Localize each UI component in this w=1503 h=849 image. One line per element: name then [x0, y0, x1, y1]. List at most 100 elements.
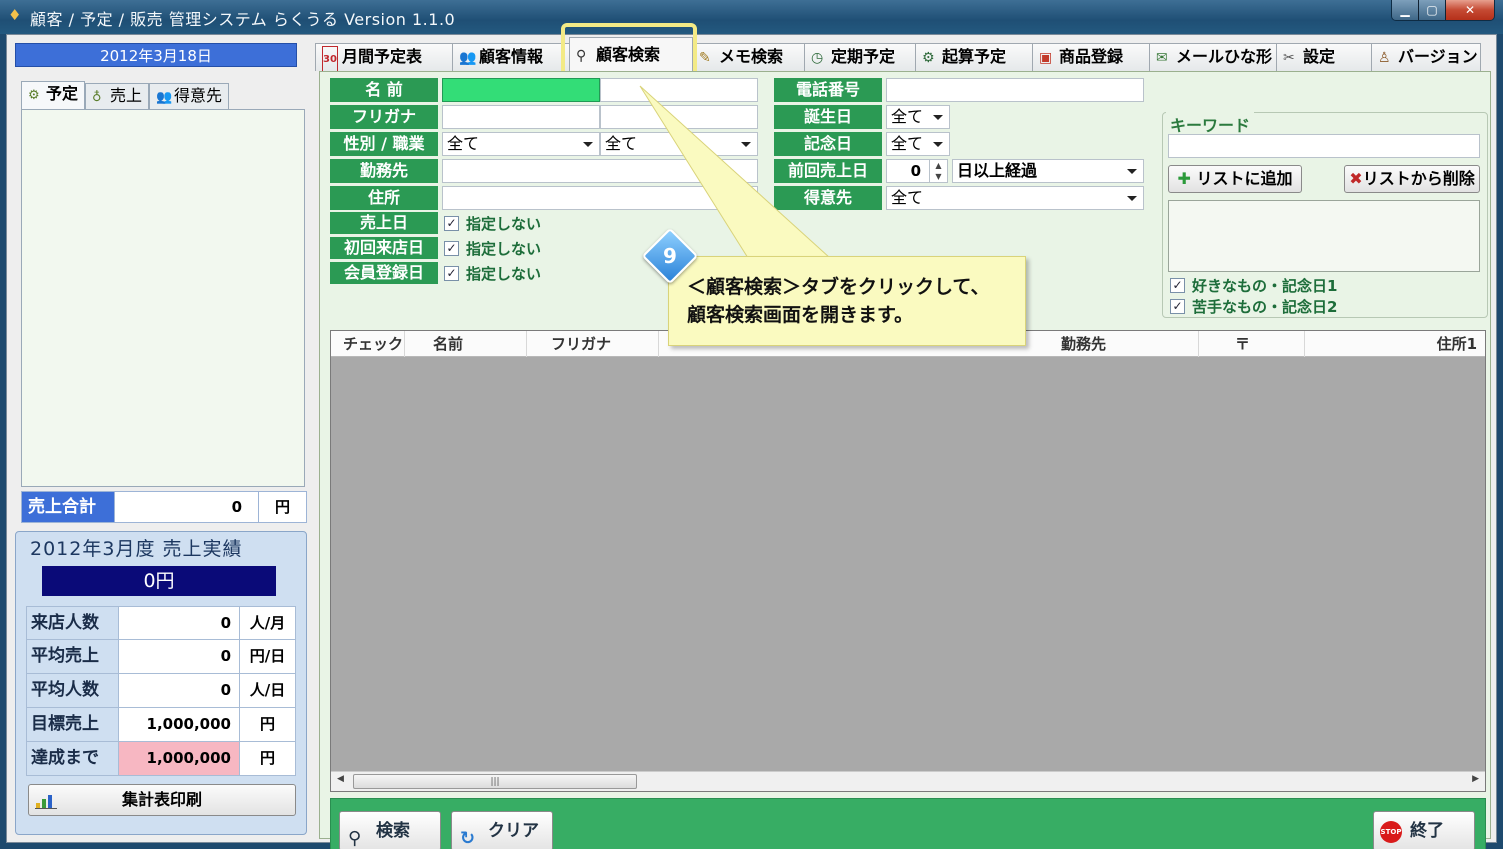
first-visit-checkbox[interactable]: ✓: [444, 241, 459, 256]
result-row: 来店人数 0 人/月: [26, 606, 296, 640]
result-value: 0: [220, 681, 231, 699]
name-input[interactable]: [442, 78, 600, 102]
money-bag-icon: ♁: [92, 90, 102, 105]
tab-label: 設定: [1303, 47, 1336, 66]
print-summary-button[interactable]: 集計表印刷: [28, 784, 296, 816]
tab-mail-templates[interactable]: ✉ メールひな形: [1149, 43, 1277, 71]
name-input-2[interactable]: [600, 78, 758, 102]
tutorial-callout: ＜顧客検索＞タブをクリックして、 顧客検索画面を開きます。: [668, 256, 1026, 346]
address-input[interactable]: [442, 186, 758, 210]
schedule-list[interactable]: [21, 109, 305, 487]
birthday-select[interactable]: 全て: [886, 105, 950, 129]
tab-label: メモ検索: [719, 47, 784, 66]
remove-from-list-button[interactable]: ✖リストから削除: [1344, 165, 1480, 193]
anniversary-select[interactable]: 全て: [886, 132, 950, 156]
callout-line-1: ＜顧客検索＞タブをクリックして、: [687, 276, 990, 298]
column-name[interactable]: 名前: [405, 331, 527, 357]
customer-type-select[interactable]: 全て: [886, 186, 1144, 210]
phone-input[interactable]: [886, 78, 1144, 102]
keyword-title: キーワード: [1166, 112, 1255, 136]
keyword-list[interactable]: [1168, 200, 1480, 272]
birthday-value: 全て: [891, 107, 924, 126]
gear-icon: ⚙: [28, 88, 40, 103]
keyword-input[interactable]: [1168, 134, 1480, 158]
tab-reckoned-schedule[interactable]: ⚙ 起算予定: [915, 43, 1033, 71]
result-value: 0: [220, 614, 231, 632]
window-controls: ▁ ▢ ✕: [1391, 0, 1495, 21]
customer-search-panel: 名 前 フリガナ 性別 / 職業 全て 全て 勤務先 住所 売上日 ✓ 指定しな…: [319, 71, 1491, 849]
likes-checkbox[interactable]: ✓: [1170, 278, 1185, 293]
tab-label: 商品登録: [1059, 47, 1124, 66]
furigana-label: フリガナ: [330, 105, 438, 129]
birthday-label: 誕生日: [774, 105, 882, 129]
left-tab-schedule[interactable]: ⚙ 予定: [21, 81, 86, 109]
result-value: 0: [220, 647, 231, 665]
furigana-input-2[interactable]: [600, 105, 758, 129]
gift-icon: ▣: [1039, 50, 1053, 66]
tab-regular-schedule[interactable]: ◷ 定期予定: [804, 43, 916, 71]
last-sale-unit-value: 日以上経過: [957, 161, 1038, 180]
results-grid[interactable]: チェック 名前 フリガナ 勤務先 〒 住所1 ◀ ||| ▶: [330, 330, 1486, 792]
chevron-down-icon: [1127, 169, 1137, 174]
tab-monthly-schedule[interactable]: 30 月間予定表: [315, 43, 453, 74]
gender-select[interactable]: 全て: [442, 132, 600, 156]
column-check[interactable]: チェック: [331, 331, 405, 357]
last-sale-unit-select[interactable]: 日以上経過: [952, 159, 1144, 183]
monthly-results-table: 来店人数 0 人/月 平均売上 0 円/日 平均人数 0 人/日 目標売上 1,…: [26, 606, 296, 776]
add-to-list-button[interactable]: ✚ リストに追加: [1168, 165, 1302, 193]
tab-customer-info[interactable]: 👥 顧客情報: [452, 43, 570, 71]
maximize-button[interactable]: ▢: [1419, 0, 1446, 20]
result-unit: 人/月: [239, 607, 295, 639]
close-button[interactable]: ✕: [1446, 0, 1494, 20]
member-reg-checkbox[interactable]: ✓: [444, 266, 459, 281]
exit-button[interactable]: STOP 終了: [1373, 811, 1475, 849]
column-address1[interactable]: 住所1: [1305, 331, 1485, 357]
window-title: 顧客 / 予定 / 販売 管理システム らくうる Version 1.1.0: [30, 10, 456, 29]
last-sale-days-stepper[interactable]: 0 ▲ ▼: [886, 159, 948, 183]
sale-date-checkbox[interactable]: ✓: [444, 216, 459, 231]
left-tab-label: 得意先: [174, 86, 223, 105]
stepper-arrows-icon[interactable]: ▲ ▼: [929, 160, 947, 182]
furigana-input[interactable]: [442, 105, 600, 129]
minimize-button[interactable]: ▁: [1392, 0, 1419, 20]
result-label: 平均人数: [27, 674, 119, 707]
name-label: 名 前: [330, 78, 438, 102]
tab-settings[interactable]: ✂ 設定: [1276, 43, 1372, 71]
search-button-label: 検索: [376, 821, 410, 841]
tab-memo-search[interactable]: ✎ メモ検索: [692, 43, 805, 71]
scroll-thumb[interactable]: |||: [353, 774, 637, 789]
scroll-left-icon[interactable]: ◀: [337, 774, 344, 784]
result-unit: 円: [239, 708, 295, 741]
chevron-down-icon: [1127, 196, 1137, 201]
tools-icon: ✂: [1283, 50, 1295, 66]
search-icon: ⚲: [348, 828, 362, 849]
app-icon: ♦: [8, 6, 22, 24]
dislikes-checkbox[interactable]: ✓: [1170, 299, 1185, 314]
chevron-down-icon: [933, 115, 943, 120]
result-row: 達成まで 1,000,000 円: [26, 742, 296, 776]
left-tab-sales[interactable]: ♁ 売上: [85, 83, 150, 109]
clock-icon: ◷: [811, 50, 824, 66]
person-icon: ♙: [1378, 50, 1391, 66]
horizontal-scrollbar[interactable]: ◀ ||| ▶: [331, 771, 1485, 791]
clear-button[interactable]: ↻ クリア: [451, 811, 553, 849]
monthly-results-amount: 0円: [42, 566, 276, 596]
left-tab-customers[interactable]: 👥 得意先: [149, 83, 230, 109]
column-furigana[interactable]: フリガナ: [527, 331, 659, 357]
workplace-input[interactable]: [442, 159, 758, 183]
job-select[interactable]: 全て: [600, 132, 758, 156]
search-button[interactable]: ⚲ 検索: [339, 811, 441, 849]
member-reg-label: 会員登録日: [330, 262, 438, 284]
tab-label: 起算予定: [942, 47, 1007, 66]
column-workplace[interactable]: 勤務先: [1047, 331, 1199, 357]
left-tabs: ⚙ 予定 ♁ 売上 👥 得意先: [21, 81, 230, 109]
tab-product-registration[interactable]: ▣ 商品登録: [1032, 43, 1150, 71]
tab-label: バージョン: [1398, 47, 1478, 66]
scroll-right-icon[interactable]: ▶: [1472, 774, 1479, 784]
tab-version[interactable]: ♙ バージョン: [1371, 43, 1481, 71]
column-zip[interactable]: 〒: [1199, 331, 1305, 357]
sale-date-unspecified: 指定しない: [466, 215, 542, 233]
main-tabs: 30 月間予定表 👥 顧客情報 ⚲ 顧客検索 ✎ メモ検索 ◷ 定期予定 ⚙ 起算予定 ▣ 商…: [315, 37, 1497, 74]
result-label: 来店人数: [27, 607, 119, 639]
gear-icon: ⚙: [922, 50, 935, 66]
